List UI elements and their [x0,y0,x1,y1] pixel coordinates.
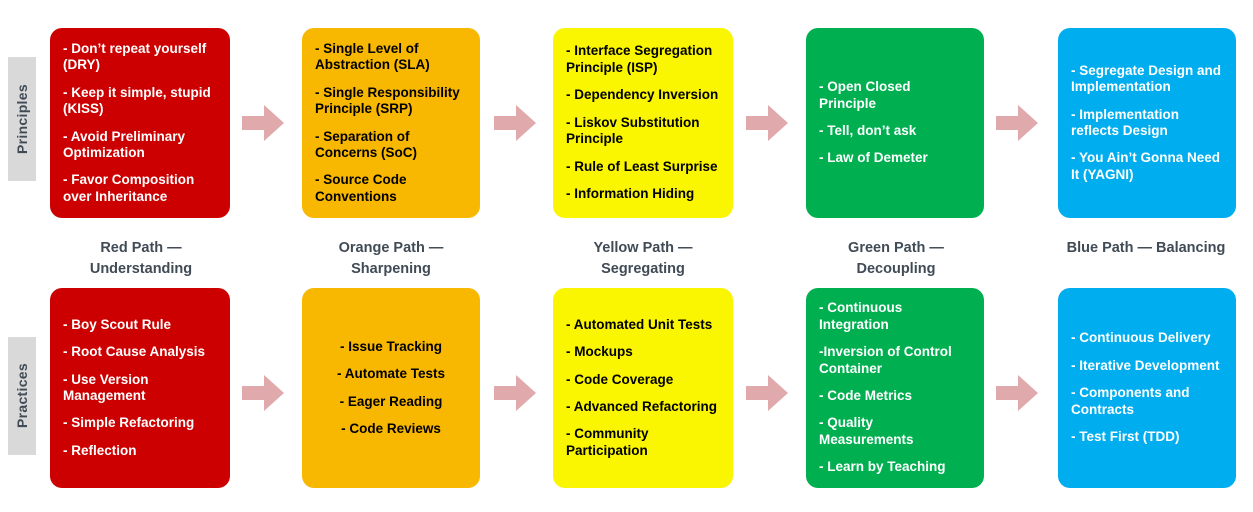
card-list-item: - Code Metrics [819,388,913,403]
card-list-item: - Interface Segregation Principle (ISP) [566,43,713,75]
card-list-item: - Information Hiding [566,186,695,202]
path-label-yellow-line2: Segregating [601,261,685,278]
card-list-item: - Issue Tracking [339,338,443,354]
row-label-practices-text: Practices [14,363,30,429]
card-list-item: - Code Reviews [341,420,441,436]
right-block-arrow-icon [240,100,286,146]
card-list-item: - Community Participation [566,426,649,458]
card-list-item: - Mockups [566,344,633,360]
row-label-practices: Practices [8,337,36,455]
path-label-orange-line2: Sharpening [351,261,431,278]
card-list-item: -Inversion of Control Container [819,344,952,376]
path-label-orange: Orange Path — Sharpening [300,238,482,280]
right-block-arrow-icon [240,370,286,416]
card-list-item: - Reflection [63,442,137,458]
path-label-yellow-line1: Yellow Path — [593,240,693,256]
row-label-principles: Principles [8,57,36,181]
card-list-item: - Boy Scout Rule [63,316,172,332]
card-list-item: - Keep it simple, stupid (KISS) [63,84,211,117]
card-practices-red[interactable]: - Boy Scout Rule - Root Cause Analysis - U… [50,288,230,488]
card-list-item: - Avoid Preliminary Optimization [63,128,186,160]
card-list-item: - Liskov Substitution Principle [566,114,700,147]
right-block-arrow-icon [744,100,790,146]
card-list-item: - Automate Tests [336,366,445,382]
card-list-item: - Single Responsibility Principle (SRP) [315,84,460,117]
path-label-blue: Blue Path — Balancing [1040,238,1252,259]
card-list-item: - Components and Contracts [1071,385,1190,417]
card-list-item: - Automated Unit Tests [566,316,713,332]
path-label-green: Green Path — Decoupling [806,238,986,280]
card-list-item: - Single Level of Abstraction (SLA) [315,40,430,73]
card-list-item: - Favor Composition over Inheritance [63,172,195,204]
row-label-principles-text: Principles [14,84,30,154]
card-list-item: - Simple Refactoring [63,415,195,431]
right-block-arrow-icon [492,370,538,416]
card-list-item: - Root Cause Analysis [63,344,206,360]
right-block-arrow-icon [492,100,538,146]
right-block-arrow-icon [744,370,790,416]
card-principles-green[interactable]: - Open Closed Principle - Tell, don’t ask… [806,28,984,218]
path-label-orange-line1: Orange Path — [338,240,444,256]
right-block-arrow-icon [994,370,1040,416]
path-label-red-line1: Red Path — [100,240,182,256]
card-list-item: - Eager Reading [339,393,443,409]
path-label-red-line2: Understanding [89,261,193,278]
path-label-red: Red Path — Understanding [50,238,232,280]
path-label-green-line1: Green Path — [848,240,944,256]
path-label-yellow: Yellow Path — Segregating [552,238,734,280]
card-list-item: - Separation of Concerns (SoC) [315,128,418,160]
path-label-blue-line1: Blue Path — Balancing [1066,240,1226,256]
path-label-green-line2: Decoupling [856,261,936,278]
card-list-item: - Iterative Development [1071,357,1220,373]
card-list-item: - Don’t repeat yourself (DRY) [63,40,207,73]
card-principles-orange[interactable]: - Single Level of Abstraction (SLA) - Sin… [302,28,480,218]
card-list-item: - Source Code Conventions [315,172,407,204]
card-list-item: - Implementation reflects Design [1071,106,1180,138]
card-list-item: - Test First (TDD) [1071,429,1180,445]
card-list-item: - Rule of Least Surprise [566,158,718,174]
card-list-item: - Code Coverage [566,371,674,387]
card-list-item: - Segregate Design and Implementation [1071,62,1222,95]
card-principles-yellow[interactable]: - Interface Segregation Principle (ISP) -… [553,28,733,218]
card-list-item: - You Ain’t Gonna Need It (YAGNI) [1071,150,1221,182]
card-list-item: - Tell, don’t ask [819,123,917,138]
card-list-item: - Open Closed Principle [819,79,911,111]
card-principles-blue[interactable]: - Segregate Design and Implementation - I… [1058,28,1236,218]
card-practices-yellow[interactable]: - Automated Unit Tests - Mockups - Code Co… [553,288,733,488]
card-list-item: - Learn by Teaching [819,459,946,475]
card-list-item: - Advanced Refactoring [566,399,718,414]
card-practices-blue[interactable]: - Continuous Delivery - Iterative Develop… [1058,288,1236,488]
card-list-item: - Continuous Delivery [1071,330,1211,346]
card-list-item: - Continuous Integration [819,300,903,332]
card-principles-red[interactable]: - Don’t repeat yourself (DRY) - Keep it s… [50,28,230,218]
diagram-canvas: Principles Practices - Don’t repeat your… [0,0,1253,512]
card-practices-green[interactable]: - Continuous Integration -Inversion of Co… [806,288,984,488]
card-list-item: - Dependency Inversion [566,87,719,103]
card-list-item: - Use Version Management [63,371,149,403]
card-list-item: - Law of Demeter [819,150,928,166]
card-list-item: - Quality Measurements [819,415,914,447]
card-practices-orange[interactable]: - Issue Tracking - Automate Tests - Eager … [302,288,480,488]
right-block-arrow-icon [994,100,1040,146]
